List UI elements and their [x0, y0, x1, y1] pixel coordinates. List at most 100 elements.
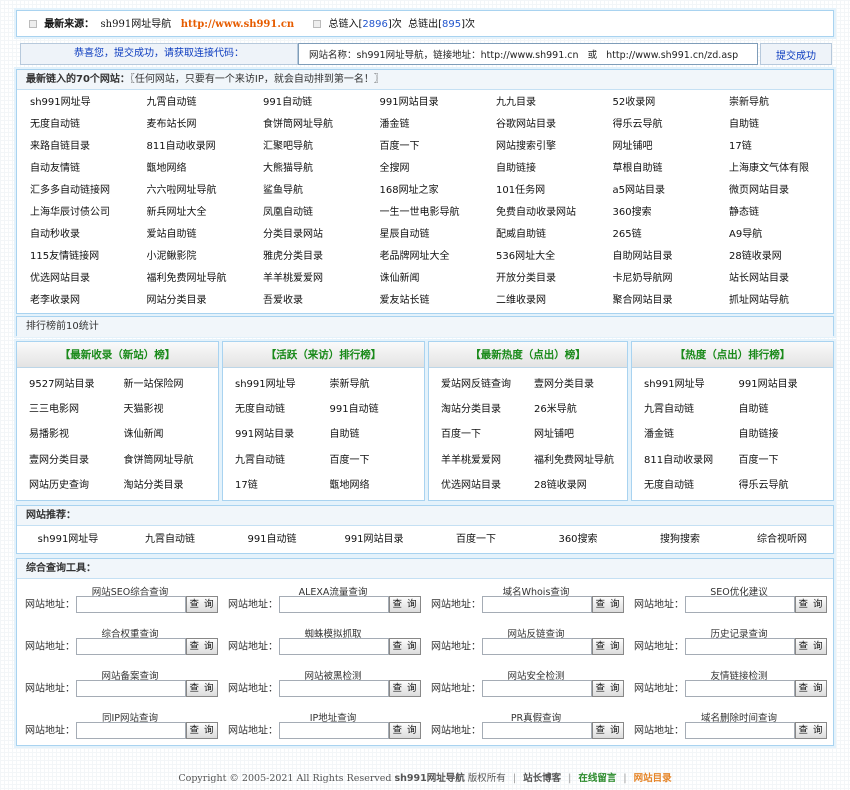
rank-item-link[interactable]: 食饼筒网址导航 — [124, 448, 219, 473]
site-address-input[interactable] — [685, 722, 795, 739]
site-link[interactable]: 网站分类目录 — [147, 290, 264, 312]
rank-item-link[interactable]: 九霄自动链 — [644, 397, 739, 422]
query-button[interactable]: 查 询 — [592, 722, 624, 739]
site-link[interactable]: 小泥鳅影院 — [147, 246, 264, 268]
recommend-link[interactable]: 综合视听网 — [731, 530, 833, 550]
query-button[interactable]: 查 询 — [795, 680, 827, 697]
rank-item-link[interactable]: 28链收录网 — [534, 473, 627, 498]
link-code-field[interactable] — [298, 43, 758, 65]
query-button[interactable]: 查 询 — [389, 722, 421, 739]
site-link[interactable]: 991网站目录 — [380, 92, 497, 114]
query-button[interactable]: 查 询 — [795, 596, 827, 613]
query-button[interactable]: 查 询 — [592, 638, 624, 655]
site-address-input[interactable] — [279, 638, 389, 655]
rank-item-link[interactable]: 991网站目录 — [739, 372, 834, 397]
rank-item-link[interactable]: 三三电影网 — [29, 397, 124, 422]
site-address-input[interactable] — [482, 680, 592, 697]
rank-item-link[interactable]: 811自动收录网 — [644, 448, 739, 473]
rank-item-link[interactable]: 网址铺吧 — [534, 422, 627, 447]
site-link[interactable]: 265链 — [613, 224, 730, 246]
site-link[interactable]: 九九目录 — [496, 92, 613, 114]
site-address-input[interactable] — [482, 722, 592, 739]
site-link[interactable]: 811自动收录网 — [147, 136, 264, 158]
rank-item-link[interactable]: 无度自动链 — [235, 397, 330, 422]
site-link[interactable]: 全搜网 — [380, 158, 497, 180]
rank-item-link[interactable]: 百度一下 — [330, 448, 425, 473]
site-link[interactable]: 网址铺吧 — [613, 136, 730, 158]
rank-item-link[interactable]: 甑地网络 — [330, 473, 425, 498]
footer-message-link[interactable]: 在线留言 — [578, 773, 616, 784]
rank-item-link[interactable]: 17链 — [235, 473, 330, 498]
site-link[interactable]: 自动友情链 — [30, 158, 147, 180]
site-address-input[interactable] — [685, 596, 795, 613]
rank-item-link[interactable]: sh991网址导 — [235, 372, 330, 397]
site-link[interactable]: 17链 — [729, 136, 846, 158]
site-link[interactable]: 上海华辰讨债公司 — [30, 202, 147, 224]
site-link[interactable]: 微页网站目录 — [729, 180, 846, 202]
site-link[interactable]: 卡尼奶导航网 — [613, 268, 730, 290]
site-link[interactable]: 自动秒收录 — [30, 224, 147, 246]
site-link[interactable]: 分类目录网站 — [263, 224, 380, 246]
site-link[interactable]: 168网址之家 — [380, 180, 497, 202]
rank-item-link[interactable]: 得乐云导航 — [739, 473, 834, 498]
site-link[interactable]: 配威自助链 — [496, 224, 613, 246]
rank-item-link[interactable]: 淘站分类目录 — [124, 473, 219, 498]
source-site-name[interactable]: sh991网址导航 — [101, 19, 172, 30]
rank-item-link[interactable]: 无度自动链 — [644, 473, 739, 498]
site-link[interactable]: 免费自动收录网站 — [496, 202, 613, 224]
site-address-input[interactable] — [76, 722, 186, 739]
site-link[interactable]: 老品牌网址大全 — [380, 246, 497, 268]
recommend-link[interactable]: 百度一下 — [425, 530, 527, 550]
site-link[interactable]: 开放分类目录 — [496, 268, 613, 290]
site-address-input[interactable] — [482, 596, 592, 613]
site-link[interactable]: 536网址大全 — [496, 246, 613, 268]
query-button[interactable]: 查 询 — [389, 638, 421, 655]
query-button[interactable]: 查 询 — [186, 596, 218, 613]
site-link[interactable]: 网站搜索引擎 — [496, 136, 613, 158]
rank-item-link[interactable]: 淘站分类目录 — [441, 397, 534, 422]
site-link[interactable]: 鲨鱼导航 — [263, 180, 380, 202]
site-address-input[interactable] — [685, 638, 795, 655]
site-link[interactable]: 自助链 — [729, 114, 846, 136]
site-link[interactable]: 静态链 — [729, 202, 846, 224]
site-link[interactable]: a5网站目录 — [613, 180, 730, 202]
rank-item-link[interactable]: 易播影视 — [29, 422, 124, 447]
site-link[interactable]: A9导航 — [729, 224, 846, 246]
rank-item-link[interactable]: 9527网站目录 — [29, 372, 124, 397]
rank-item-link[interactable]: 自助链 — [739, 397, 834, 422]
site-link[interactable]: 潘金链 — [380, 114, 497, 136]
recommend-link[interactable]: 991网站目录 — [323, 530, 425, 550]
site-address-input[interactable] — [279, 680, 389, 697]
site-link[interactable]: 上海康文气体有限 — [729, 158, 846, 180]
site-link[interactable]: 草根自助链 — [613, 158, 730, 180]
site-link[interactable]: 991自动链 — [263, 92, 380, 114]
query-button[interactable]: 查 询 — [795, 722, 827, 739]
rank-item-link[interactable]: 天猫影视 — [124, 397, 219, 422]
site-link[interactable]: 站长网站目录 — [729, 268, 846, 290]
footer-directory-link[interactable]: 网站目录 — [634, 773, 672, 784]
site-link[interactable]: 汇聚吧导航 — [263, 136, 380, 158]
rank-item-link[interactable]: 991网站目录 — [235, 422, 330, 447]
site-link[interactable]: 115友情链接网 — [30, 246, 147, 268]
site-link[interactable]: 得乐云导航 — [613, 114, 730, 136]
rank-item-link[interactable]: 自助链接 — [739, 422, 834, 447]
rank-item-link[interactable]: 羊羊桃爱爱网 — [441, 448, 534, 473]
site-link[interactable]: 吾爱收录 — [263, 290, 380, 312]
site-link[interactable]: 百度一下 — [380, 136, 497, 158]
site-link[interactable]: 无度自动链 — [30, 114, 147, 136]
rank-item-link[interactable]: 福利免费网址导航 — [534, 448, 627, 473]
site-link[interactable]: 爱站自助链 — [147, 224, 264, 246]
rank-item-link[interactable]: 潘金链 — [644, 422, 739, 447]
site-link[interactable]: 新兵网址大全 — [147, 202, 264, 224]
site-link[interactable]: sh991网址导 — [30, 92, 147, 114]
rank-item-link[interactable]: 诛仙新闻 — [124, 422, 219, 447]
footer-site-name[interactable]: sh991网址导航 — [395, 773, 465, 784]
rank-item-link[interactable]: 崇新导航 — [330, 372, 425, 397]
site-link[interactable]: 六六啦网址导航 — [147, 180, 264, 202]
rank-item-link[interactable]: 壹网分类目录 — [534, 372, 627, 397]
site-link[interactable]: 爱友站长链 — [380, 290, 497, 312]
site-link[interactable]: 福利免费网址导航 — [147, 268, 264, 290]
site-address-input[interactable] — [76, 638, 186, 655]
site-link[interactable]: 崇新导航 — [729, 92, 846, 114]
footer-blog-link[interactable]: 站长博客 — [523, 773, 561, 784]
